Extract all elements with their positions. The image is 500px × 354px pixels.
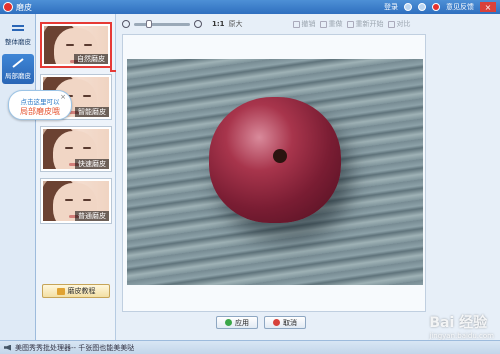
login-link[interactable]: 登录 (384, 2, 398, 12)
tab-whole-smoothing[interactable]: 整体磨皮 (2, 20, 34, 50)
undo-icon (292, 20, 300, 28)
apple-stem (273, 149, 287, 163)
undo-button[interactable]: 撤销 (292, 19, 316, 29)
sliders-icon (12, 25, 24, 31)
compare-icon (387, 20, 395, 28)
tip-close-icon[interactable]: × (60, 93, 66, 101)
effect-normal[interactable]: 普通磨皮 (40, 178, 112, 224)
close-button[interactable]: × (480, 2, 496, 12)
undo-label: 撤销 (301, 20, 316, 28)
book-icon (56, 287, 65, 295)
title-bar: 磨皮 登录 意见反馈 × (0, 0, 500, 14)
redo-label: 重做 (328, 20, 343, 28)
tip-line-2: 局部磨皮哦 (20, 107, 60, 116)
apply-label: 应用 (235, 318, 249, 327)
brush-icon (12, 58, 24, 68)
effect-label: 自然磨皮 (74, 54, 108, 64)
zoom-in-icon[interactable] (194, 20, 202, 28)
tutorial-label: 磨皮教程 (67, 287, 96, 295)
compare-button[interactable]: 对比 (387, 19, 411, 29)
watermark-brand: Bai 经验 (429, 315, 488, 331)
app-logo-icon (3, 2, 13, 12)
action-row: 应用 取消 (216, 316, 306, 329)
tip-bubble: × 点击这里可以 局部磨皮哦 (8, 90, 72, 120)
check-icon (225, 319, 232, 326)
reset-label: 重新开始 (355, 20, 384, 28)
zoom-ratio[interactable]: 1:1 (212, 20, 225, 28)
window-title: 磨皮 (16, 3, 32, 12)
effect-label: 普通磨皮 (75, 211, 109, 221)
speaker-icon (4, 344, 11, 351)
skin-icon[interactable] (404, 3, 412, 11)
reset-button[interactable]: 重新开始 (346, 19, 384, 29)
editor-main: 1:1 原大 撤销 重做 重新开始 对比 应用 取消 (116, 14, 500, 340)
zoom-out-icon[interactable] (122, 20, 130, 28)
weibo-icon[interactable] (432, 3, 440, 11)
watermark: Bai 经验 jingyan.baidu.com (429, 312, 494, 340)
status-bar: 美图秀秀批处理器-- 千张图也能美美哒 (0, 340, 500, 354)
canvas-frame (122, 34, 426, 312)
zoom-slider[interactable] (134, 19, 190, 28)
tab-label: 整体磨皮 (5, 38, 31, 46)
tutorial-button[interactable]: 磨皮教程 (42, 284, 110, 298)
watermark-url: jingyan.baidu.com (429, 332, 494, 340)
effect-natural[interactable]: 自然磨皮 (40, 22, 112, 68)
settings-icon[interactable] (418, 3, 426, 11)
feedback-link[interactable]: 意见反馈 (446, 2, 474, 12)
cancel-label: 取消 (283, 318, 297, 327)
apply-button[interactable]: 应用 (216, 316, 258, 329)
redo-button[interactable]: 重做 (319, 19, 343, 29)
tab-label: 局部磨皮 (5, 72, 31, 80)
cancel-button[interactable]: 取消 (264, 316, 306, 329)
cancel-icon (273, 319, 280, 326)
effect-label: 智能磨皮 (75, 107, 109, 117)
zoom-slider-knob[interactable] (146, 19, 152, 28)
original-size-label[interactable]: 原大 (229, 19, 243, 29)
compare-label: 对比 (396, 20, 411, 28)
toolbar: 1:1 原大 撤销 重做 重新开始 对比 (116, 14, 500, 34)
reset-icon (346, 20, 354, 28)
status-text[interactable]: 美图秀秀批处理器-- 千张图也能美美哒 (15, 343, 134, 353)
effect-label: 快速磨皮 (75, 159, 109, 169)
photo-canvas[interactable] (127, 59, 423, 285)
redo-icon (319, 20, 327, 28)
tab-local-smoothing[interactable]: 局部磨皮 (2, 54, 34, 84)
effect-quick[interactable]: 快速磨皮 (40, 126, 112, 172)
effect-list: 自然磨皮 智能磨皮 快速磨皮 普通磨皮 磨皮教程 (36, 14, 116, 340)
mode-rail: 整体磨皮 局部磨皮 (0, 14, 36, 340)
